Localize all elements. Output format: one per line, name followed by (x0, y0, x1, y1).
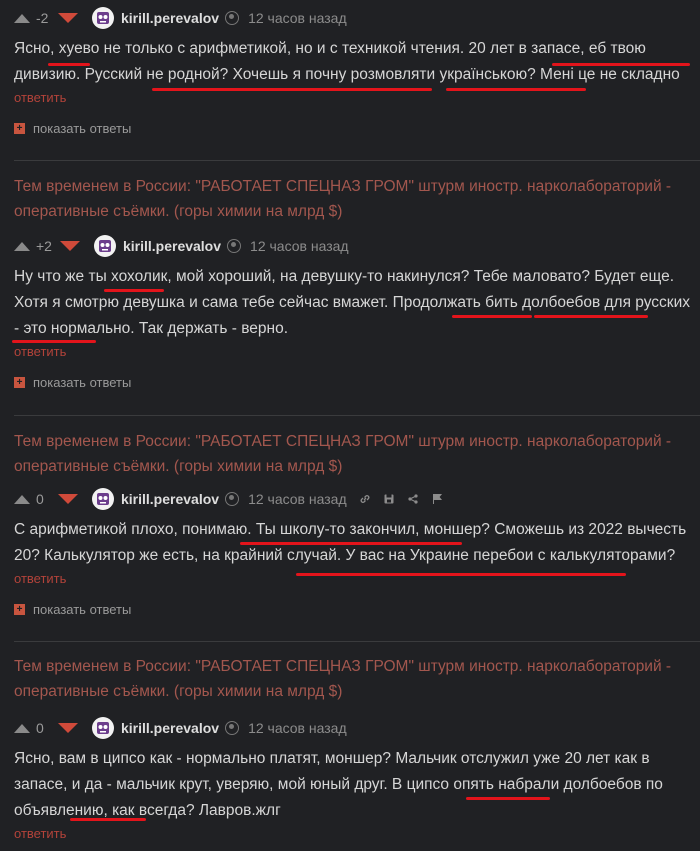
author-name[interactable]: kirill.perevalov (121, 491, 219, 507)
plus-icon: + (14, 377, 25, 388)
annotation-underline (104, 289, 164, 292)
show-replies-label: показать ответы (33, 375, 132, 390)
annotation-underline (70, 818, 146, 821)
annotation-underline (446, 88, 586, 91)
divider (14, 160, 700, 161)
comment-meta: 0 kirill.perevalov 12 часов назад (0, 716, 700, 740)
author-name[interactable]: kirill.perevalov (121, 10, 219, 26)
rating: 0 (36, 720, 44, 736)
show-replies-label: показать ответы (33, 121, 132, 136)
arrow-down-icon[interactable] (58, 13, 78, 23)
user-icon (225, 721, 240, 735)
post-link[interactable]: Тем временем в России: "РАБОТАЕТ СПЕЦНАЗ… (0, 654, 700, 704)
avatar[interactable] (92, 488, 114, 510)
rating: 0 (36, 491, 44, 507)
user-icon (225, 492, 240, 506)
reply-link[interactable]: ответить (0, 90, 700, 105)
rating: -2 (36, 10, 49, 26)
save-icon[interactable] (383, 493, 395, 505)
annotation-underline (552, 63, 690, 66)
arrow-down-icon[interactable] (58, 494, 78, 504)
link-icon[interactable] (359, 493, 371, 505)
annotation-underline (240, 542, 462, 545)
timestamp[interactable]: 12 часов назад (248, 720, 347, 736)
plus-icon: + (14, 123, 25, 134)
annotation-underline (152, 88, 432, 91)
comment-text: Ясно, вам в ципсо как - нормально платят… (14, 750, 663, 819)
user-icon (225, 11, 240, 25)
annotation-underline (296, 573, 626, 576)
arrow-up-icon[interactable] (14, 241, 30, 251)
show-replies-button[interactable]: + показать ответы (0, 375, 700, 390)
flag-icon[interactable] (431, 493, 443, 505)
comment-3: 0 kirill.perevalov 12 часов назад С ариф… (0, 487, 700, 617)
arrow-up-icon[interactable] (14, 13, 30, 23)
author-name[interactable]: kirill.perevalov (121, 720, 219, 736)
post-title[interactable]: Тем временем в России: "РАБОТАЕТ СПЕЦНАЗ… (0, 429, 700, 479)
annotation-underline (466, 797, 550, 800)
comment-4: 0 kirill.perevalov 12 часов назад Ясно, … (0, 716, 700, 841)
arrow-down-icon[interactable] (59, 241, 80, 251)
share-icon[interactable] (407, 493, 419, 505)
author-name[interactable]: kirill.perevalov (123, 238, 221, 254)
comment-meta: -2 kirill.perevalov 12 часов назад (0, 6, 700, 30)
post-title[interactable]: Тем временем в России: "РАБОТАЕТ СПЕЦНАЗ… (0, 654, 700, 704)
user-icon (227, 239, 242, 253)
annotation-underline (534, 315, 648, 318)
comment-text: Ясно, хуево не только с арифметикой, но … (14, 40, 680, 83)
post-link[interactable]: Тем временем в России: "РАБОТАЕТ СПЕЦНАЗ… (0, 429, 700, 479)
arrow-up-icon[interactable] (14, 494, 30, 504)
arrow-down-icon[interactable] (58, 723, 78, 733)
annotation-underline (452, 315, 532, 318)
plus-icon: + (14, 604, 25, 615)
avatar[interactable] (92, 717, 114, 739)
timestamp[interactable]: 12 часов назад (250, 238, 349, 254)
comment-2: +2 kirill.perevalov 12 часов назад Ну чт… (0, 234, 700, 390)
comment-text: Ну что же ты хохолик, мой хороший, на де… (14, 268, 690, 337)
comment-meta: 0 kirill.perevalov 12 часов назад (0, 487, 700, 511)
timestamp[interactable]: 12 часов назад (248, 10, 347, 26)
avatar[interactable] (92, 7, 114, 29)
divider (14, 415, 700, 416)
avatar[interactable] (93, 235, 116, 257)
rating: +2 (36, 238, 52, 254)
timestamp[interactable]: 12 часов назад (248, 491, 347, 507)
post-link[interactable]: Тем временем в России: "РАБОТАЕТ СПЕЦНАЗ… (0, 174, 700, 224)
reply-link[interactable]: ответить (0, 826, 700, 841)
post-title[interactable]: Тем временем в России: "РАБОТАЕТ СПЕЦНАЗ… (0, 174, 700, 224)
annotation-underline (12, 340, 96, 343)
show-replies-label: показать ответы (33, 602, 132, 617)
show-replies-button[interactable]: + показать ответы (0, 121, 700, 136)
reply-link[interactable]: ответить (0, 344, 700, 359)
comment-meta: +2 kirill.perevalov 12 часов назад (0, 234, 700, 258)
divider (14, 641, 700, 642)
comment-1: -2 kirill.perevalov 12 часов назад Ясно,… (0, 6, 700, 136)
arrow-up-icon[interactable] (14, 723, 30, 733)
comment-actions (359, 493, 443, 505)
show-replies-button[interactable]: + показать ответы (0, 602, 700, 617)
annotation-underline (48, 63, 90, 66)
